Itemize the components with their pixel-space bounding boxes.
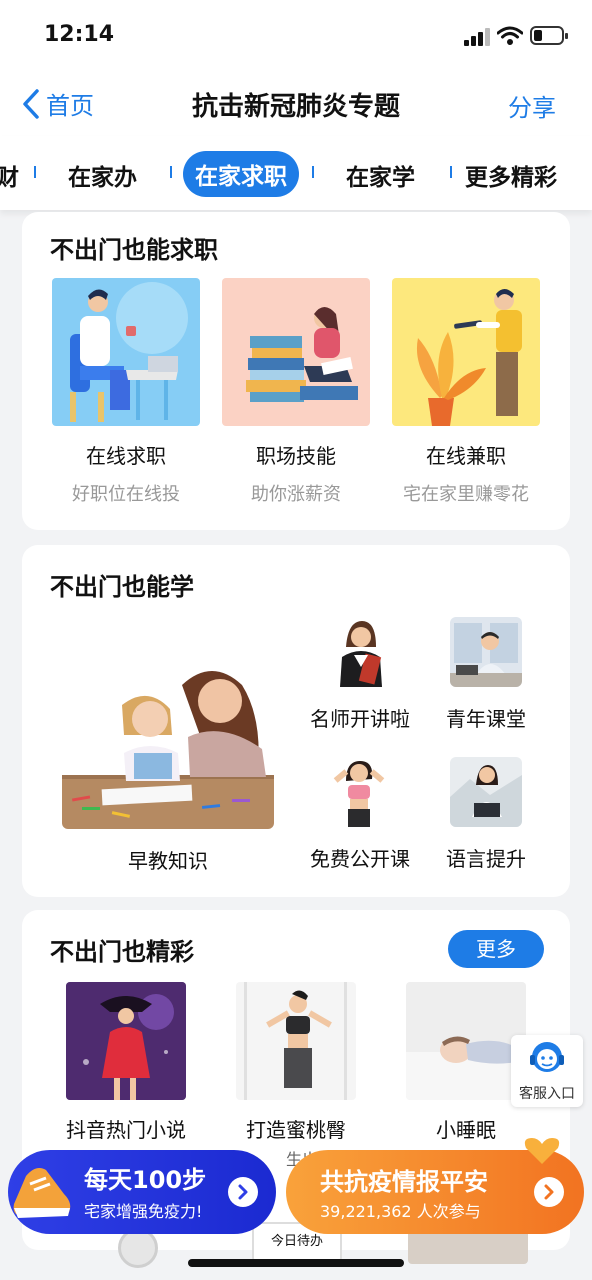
workplace-skills-illustration[interactable] xyxy=(222,278,370,426)
daily-steps-banner[interactable]: 每天100步 宅家增强免疫力! xyxy=(8,1150,276,1234)
tab-divider xyxy=(312,166,314,178)
learn-section-card: 不出门也能学 早教知识 名师开讲啦 青年课堂 免费公开课 语言提升 xyxy=(22,545,570,897)
banner-subtitle: 39,221,362 人次参与 xyxy=(320,1202,481,1221)
sleep-photo[interactable] xyxy=(406,982,526,1100)
item-subtitle: 宅在家里赚零花 xyxy=(403,484,529,505)
item-label: 职场技能 xyxy=(256,444,336,468)
page-title: 抗击新冠肺炎专题 xyxy=(191,92,400,122)
shoe-icon xyxy=(13,1168,71,1218)
novel-photo[interactable] xyxy=(66,982,186,1100)
heart-icon xyxy=(524,1138,560,1164)
tab-finance[interactable]: 财 xyxy=(0,158,19,192)
tab-work-from-home[interactable]: 在家办 xyxy=(68,158,137,192)
cellular-signal-icon xyxy=(464,28,492,46)
more-button[interactable]: 更多 xyxy=(448,930,544,968)
clock-icon xyxy=(118,1228,158,1268)
share-button[interactable]: 分享 xyxy=(508,88,556,123)
arrow-right-icon xyxy=(228,1177,258,1207)
tab-divider xyxy=(34,166,36,178)
category-tabs: 财 在家办 在家求职 在家学 更多精彩 xyxy=(0,136,592,210)
section-title: 不出门也能求职 xyxy=(50,236,218,264)
banner-subtitle: 宅家增强免疫力! xyxy=(84,1202,203,1221)
tab-divider xyxy=(450,166,452,178)
famous-teacher-photo[interactable] xyxy=(328,617,392,687)
job-section-card: 不出门也能求职 在线求职 好职位在线投 职场技能 助你涨薪资 在线兼职 宅在家里… xyxy=(22,212,570,530)
item-label: 青年课堂 xyxy=(446,707,526,731)
item-label: 语言提升 xyxy=(446,847,526,871)
item-subtitle: 助你涨薪资 xyxy=(251,484,341,505)
arrow-right-icon xyxy=(534,1177,564,1207)
banner-title: 每天100步 xyxy=(84,1166,207,1194)
battery-icon xyxy=(530,26,568,45)
tab-more[interactable]: 更多精彩 xyxy=(465,158,557,192)
language-photo[interactable] xyxy=(450,757,522,827)
tab-job-search[interactable]: 在家求职 xyxy=(183,151,299,197)
section-title: 不出门也能学 xyxy=(50,573,194,601)
feature-label: 早教知识 xyxy=(128,849,208,873)
banner-title: 共抗疫情报平安 xyxy=(320,1168,488,1196)
open-course-photo[interactable] xyxy=(324,757,394,827)
early-education-photo[interactable] xyxy=(62,657,274,829)
safety-report-banner[interactable]: 共抗疫情报平安 39,221,362 人次参与 xyxy=(286,1138,584,1234)
fitness-photo[interactable] xyxy=(236,982,356,1100)
item-label: 打造蜜桃臀 xyxy=(246,1118,346,1142)
customer-service-button[interactable]: 客服入口 xyxy=(511,1035,583,1107)
youth-class-photo[interactable] xyxy=(450,617,522,687)
status-time: 12:14 xyxy=(44,22,115,47)
wifi-icon xyxy=(497,26,523,45)
navigation-bar: 首页 抗击新冠肺炎专题 分享 xyxy=(0,72,592,136)
status-bar: 12:14 xyxy=(0,0,592,72)
tab-divider xyxy=(170,166,172,178)
item-label: 在线兼职 xyxy=(426,444,506,468)
section-title: 不出门也精彩 xyxy=(50,938,194,966)
headset-icon xyxy=(530,1042,564,1072)
item-subtitle: 好职位在线投 xyxy=(72,484,180,505)
tab-study-at-home[interactable]: 在家学 xyxy=(346,158,415,192)
item-label: 抖音热门小说 xyxy=(66,1118,186,1142)
item-label: 在线求职 xyxy=(86,444,166,468)
home-indicator[interactable] xyxy=(188,1259,404,1267)
online-job-illustration[interactable] xyxy=(52,278,200,426)
part-time-job-illustration[interactable] xyxy=(392,278,540,426)
customer-service-label: 客服入口 xyxy=(519,1086,575,1102)
